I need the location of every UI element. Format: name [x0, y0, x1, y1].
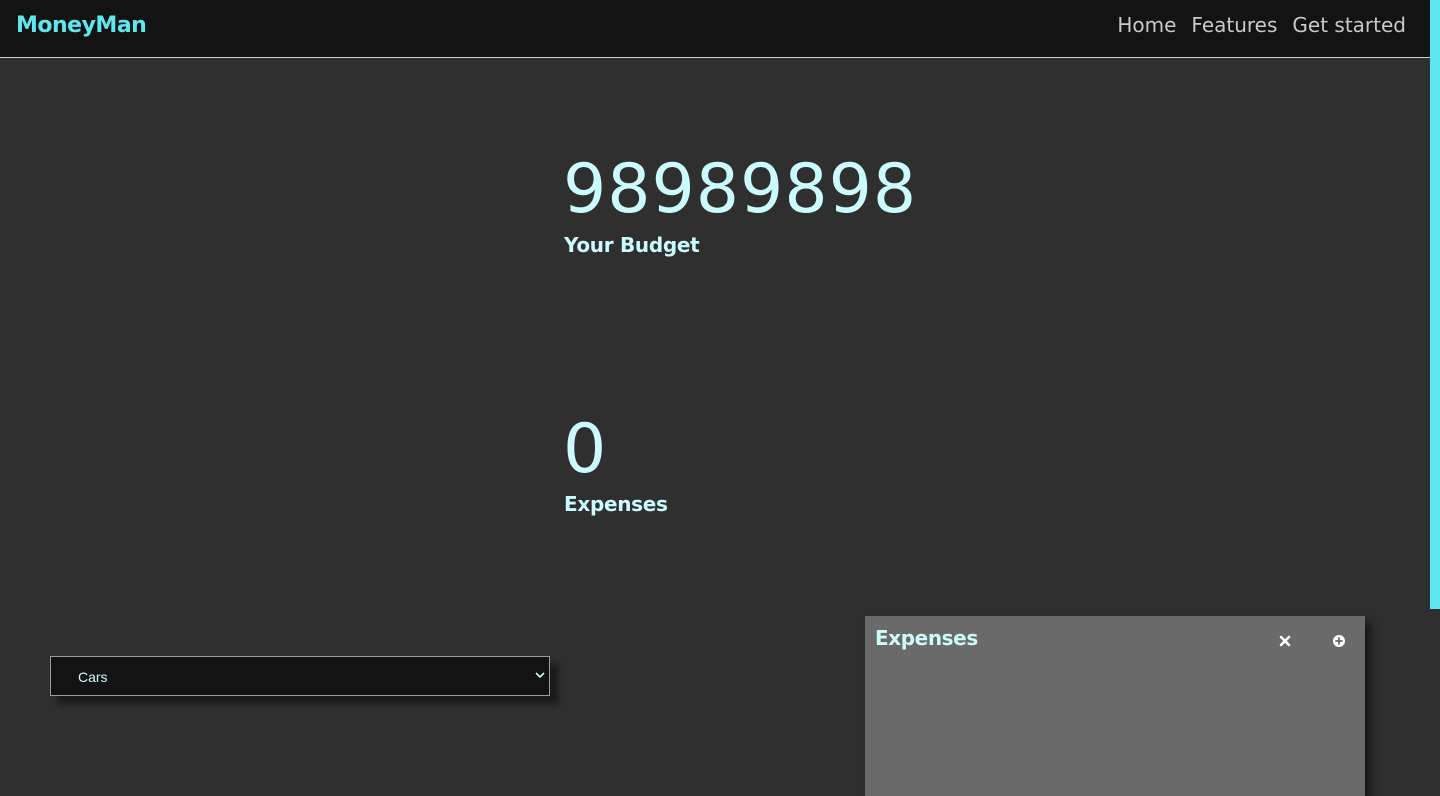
close-icon[interactable]: [1278, 634, 1292, 648]
category-select-value: Cars: [78, 669, 108, 685]
brand-logo[interactable]: MoneyMan: [16, 13, 147, 38]
budget-label: Your Budget: [564, 233, 700, 257]
expenses-total-label: Expenses: [564, 492, 668, 516]
chevron-down-icon: [535, 672, 545, 679]
budget-value: 98989898: [563, 150, 918, 229]
nav-link-home[interactable]: Home: [1117, 13, 1176, 37]
category-select[interactable]: Cars: [50, 656, 550, 696]
expenses-panel: Expenses: [865, 616, 1365, 796]
expenses-panel-title: Expenses: [875, 626, 978, 650]
plus-circle-icon[interactable]: [1332, 634, 1346, 648]
scrollbar-thumb[interactable]: [1430, 0, 1440, 609]
nav-link-get-started[interactable]: Get started: [1292, 13, 1406, 37]
scrollbar[interactable]: [1430, 0, 1440, 789]
navbar: MoneyMan Home Features Get started: [0, 0, 1430, 58]
expenses-total-value: 0: [563, 410, 608, 489]
nav-link-features[interactable]: Features: [1191, 13, 1277, 37]
nav-links: Home Features Get started: [1117, 13, 1406, 37]
